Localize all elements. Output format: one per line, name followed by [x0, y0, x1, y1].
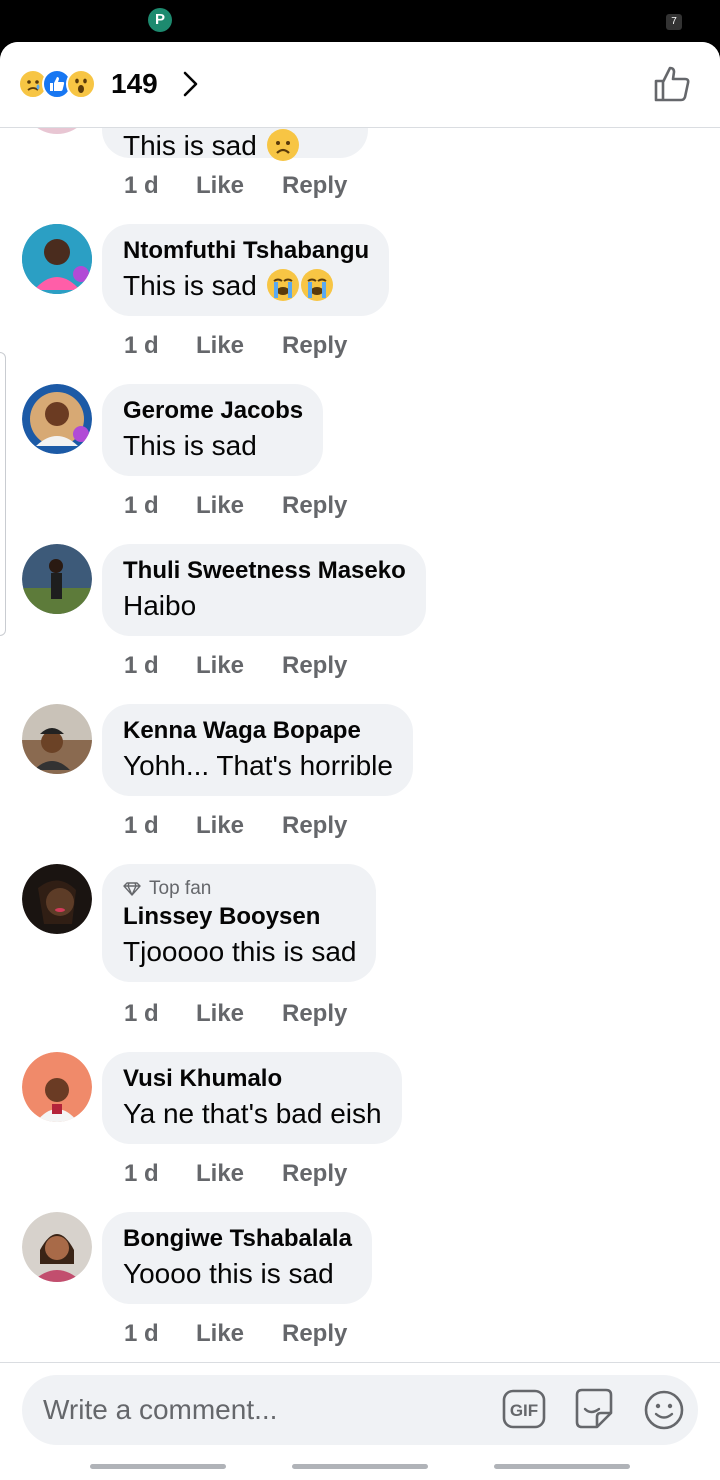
avatar[interactable]	[22, 1212, 92, 1282]
commenter-name[interactable]: Bongiwe Tshabalala	[123, 1224, 352, 1254]
like-button[interactable]: Like	[196, 170, 282, 202]
commenter-name[interactable]: Ntomfuthi Tshabangu	[123, 236, 369, 266]
comment-bubble[interactable]: Vusi Khumalo Ya ne that's bad eish	[102, 1052, 402, 1144]
chevron-right-icon[interactable]	[180, 69, 202, 99]
gif-icon[interactable]: GIF	[502, 1389, 546, 1429]
nav-back-pill[interactable]	[494, 1464, 630, 1469]
like-button[interactable]: Like	[196, 998, 282, 1030]
avatar[interactable]	[22, 384, 92, 454]
commenter-name[interactable]: Thuli Sweetness Maseko	[123, 556, 406, 586]
commenter-name[interactable]: Kenna Waga Bopape	[123, 716, 393, 746]
comment-text: Yohh... That's horrible	[123, 750, 393, 781]
commenter-name[interactable]: Vusi Khumalo	[123, 1064, 382, 1094]
comment-timestamp: 1 d	[124, 1320, 159, 1347]
reaction-summary[interactable]	[18, 68, 96, 100]
smiley-face-icon[interactable]	[643, 1389, 685, 1431]
comment-actions: 1 d Like Reply	[124, 998, 347, 1030]
comment-timestamp: 1 d	[124, 332, 159, 359]
reactions-header: 149	[0, 42, 720, 128]
avatar[interactable]	[22, 704, 92, 774]
reply-button[interactable]: Reply	[282, 650, 347, 682]
comments-feed[interactable]: This is sad 1 d Like Reply Ntomfuthi Tsh…	[0, 42, 720, 1362]
reply-button[interactable]: Reply	[282, 1318, 347, 1350]
reply-button[interactable]: Reply	[282, 998, 347, 1030]
comment-bubble[interactable]: Top fan Linssey Booysen Tjooooo this is …	[102, 864, 377, 982]
reply-button[interactable]: Reply	[282, 170, 347, 202]
nav-recents-pill[interactable]	[90, 1464, 226, 1469]
comment-bubble[interactable]: Gerome Jacobs This is sad	[102, 384, 324, 476]
comment-text: This is sad	[123, 430, 257, 461]
comment-timestamp: 1 d	[124, 652, 159, 679]
comment-timestamp: 1 d	[124, 812, 159, 839]
reaction-count[interactable]: 149	[111, 67, 158, 101]
comment-text: Yoooo this is sad	[123, 1258, 334, 1289]
comment-actions: 1 d Like Reply	[124, 1158, 347, 1190]
comment-actions: 1 d Like Reply	[124, 1318, 347, 1350]
avatar[interactable]	[22, 864, 92, 934]
worried-face-emoji-icon	[266, 129, 299, 161]
like-button[interactable]: Like	[196, 1158, 282, 1190]
comment-timestamp: 1 d	[124, 1000, 159, 1027]
avatar[interactable]	[22, 1052, 92, 1122]
scroll-edge-indicator	[0, 352, 6, 636]
nav-home-pill[interactable]	[292, 1464, 428, 1469]
comment-bubble[interactable]: Kenna Waga Bopape Yohh... That's horribl…	[102, 704, 413, 796]
comment-timestamp: 1 d	[124, 172, 159, 199]
comment-actions: 1 d Like Reply	[124, 810, 347, 842]
comment-text: Tjooooo this is sad	[123, 936, 357, 967]
loudly-crying-face-emoji-icon	[300, 269, 333, 301]
reply-button[interactable]: Reply	[282, 490, 347, 522]
comments-sheet: This is sad 1 d Like Reply Ntomfuthi Tsh…	[0, 42, 720, 1480]
comment-text: This is sad	[123, 268, 369, 304]
like-button[interactable]: Like	[196, 490, 282, 522]
status-bar: P 7	[0, 0, 720, 44]
comment-actions: 1 d Like Reply	[124, 650, 347, 682]
sticker-icon[interactable]	[571, 1387, 617, 1431]
comment-text: Ya ne that's bad eish	[123, 1098, 382, 1129]
system-navigation-bar	[0, 1452, 720, 1480]
comment-timestamp: 1 d	[124, 1160, 159, 1187]
comment-text: Haibo	[123, 590, 197, 621]
reply-button[interactable]: Reply	[282, 330, 347, 362]
reply-button[interactable]: Reply	[282, 1158, 347, 1190]
commenter-name[interactable]: Linssey Booysen	[123, 902, 356, 932]
diamond-icon	[123, 882, 141, 896]
comment-bubble[interactable]: Ntomfuthi Tshabangu This is sad	[102, 224, 390, 316]
status-indicator-icon: 7	[666, 14, 682, 30]
wow-reaction-icon	[66, 69, 96, 99]
comment-timestamp: 1 d	[124, 492, 159, 519]
thumbs-up-outline-icon[interactable]	[652, 64, 692, 104]
comment-actions: 1 d Like Reply	[124, 490, 347, 522]
comment-text: This is sad	[123, 128, 348, 164]
comment-bubble[interactable]: Bongiwe Tshabalala Yoooo this is sad	[102, 1212, 372, 1304]
commenter-name[interactable]: Gerome Jacobs	[123, 396, 303, 426]
reply-button[interactable]: Reply	[282, 810, 347, 842]
like-button[interactable]: Like	[196, 1318, 282, 1350]
top-fan-badge: Top fan	[123, 878, 356, 900]
comment-bubble[interactable]: Thuli Sweetness Maseko Haibo	[102, 544, 426, 636]
app-notification-icon: P	[148, 8, 172, 32]
like-button[interactable]: Like	[196, 810, 282, 842]
comment-actions: 1 d Like Reply	[124, 170, 347, 202]
loudly-crying-face-emoji-icon	[266, 269, 299, 301]
avatar[interactable]	[22, 544, 92, 614]
like-button[interactable]: Like	[196, 330, 282, 362]
avatar[interactable]	[22, 224, 92, 294]
gif-label: GIF	[510, 1401, 538, 1420]
like-button[interactable]: Like	[196, 650, 282, 682]
comment-actions: 1 d Like Reply	[124, 330, 347, 362]
